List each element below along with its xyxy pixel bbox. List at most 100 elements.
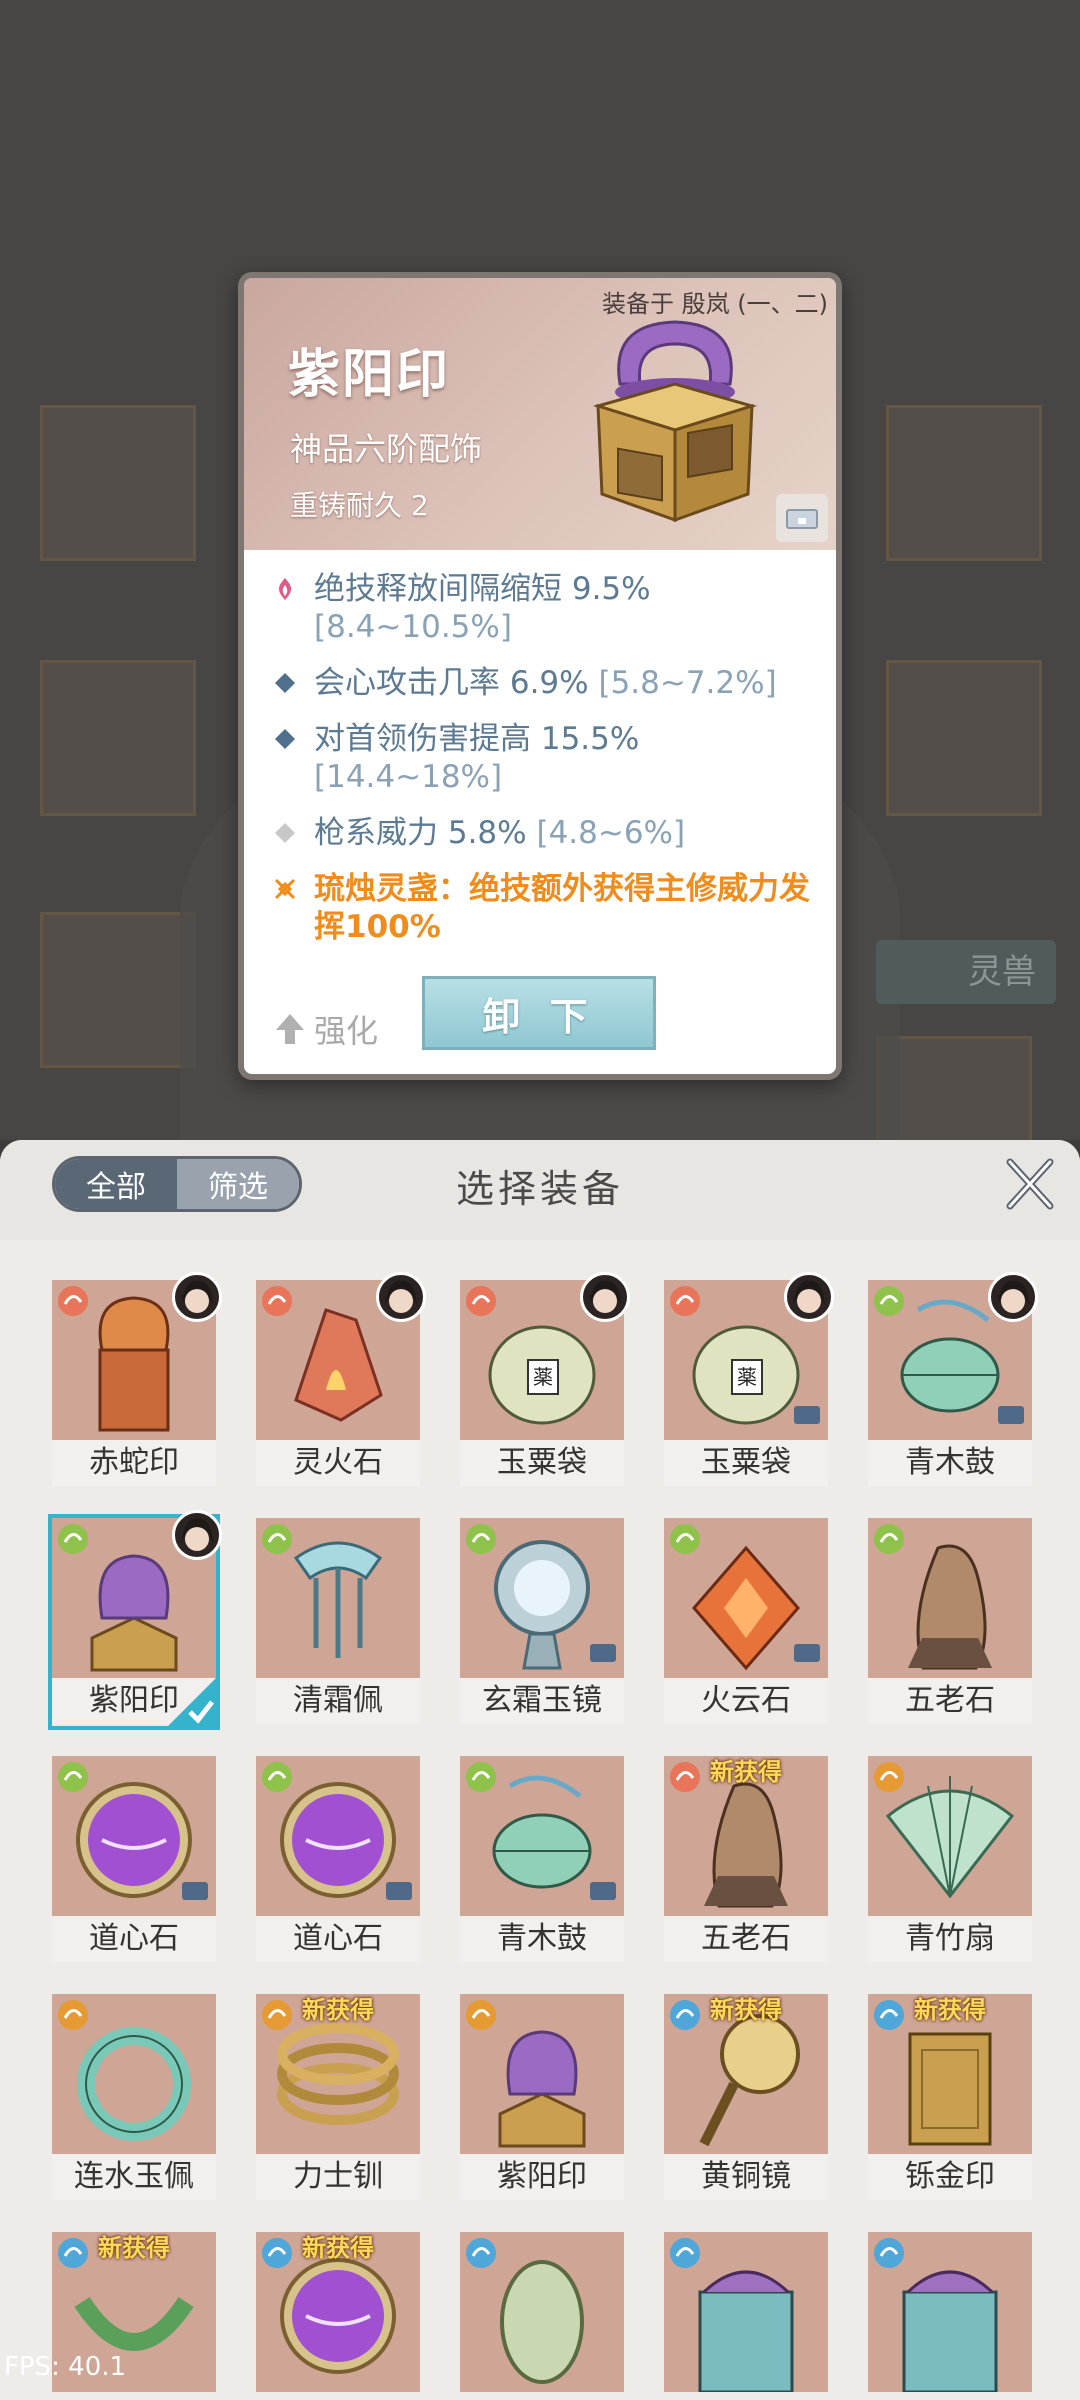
rarity-icon: [874, 2238, 904, 2268]
enhance-label: 强化: [314, 1012, 379, 1050]
background-slot: [886, 660, 1042, 816]
equipment-item[interactable]: 青木鼓: [460, 1756, 624, 1964]
panel-title: 选择装备: [455, 1167, 624, 1211]
equipment-name: 玄霜玉镜: [460, 1678, 624, 1724]
equipment-item[interactable]: 青竹扇: [868, 1756, 1032, 1964]
equipment-item[interactable]: 青木鼓: [868, 1272, 1038, 1488]
diamond-icon: [275, 673, 295, 693]
equipment-item[interactable]: [460, 2232, 624, 2400]
equipment-item[interactable]: 紫阳印: [460, 1994, 624, 2202]
lock-icon: [794, 1644, 820, 1662]
equipment-name: 五老石: [868, 1678, 1032, 1724]
equipment-item[interactable]: 五老石: [868, 1518, 1032, 1726]
equipment-item[interactable]: 火云石: [664, 1518, 828, 1726]
equipment-item[interactable]: [664, 2232, 828, 2400]
stat-line: 对首领伤害提高 15.5% [14.4~18%]: [268, 720, 828, 796]
close-icon[interactable]: [1000, 1154, 1060, 1214]
item-durability: 重铸耐久 2: [290, 489, 429, 522]
equipment-name: 连水玉佩: [52, 2154, 216, 2200]
background-slot: [886, 405, 1042, 561]
equipment-item[interactable]: 道心石: [52, 1756, 216, 1964]
rarity-icon: [466, 1524, 496, 1554]
svg-text:薬: 薬: [737, 1365, 757, 1389]
equipment-item[interactable]: 赤蛇印: [52, 1272, 222, 1488]
rarity-icon: [466, 2238, 496, 2268]
lock-icon: [590, 1882, 616, 1900]
unequip-button[interactable]: 卸 下: [422, 976, 656, 1050]
equipment-name: 青木鼓: [868, 1440, 1032, 1486]
equipment-name: 灵火石: [256, 1440, 420, 1486]
equipment-name: 清霜佩: [256, 1678, 420, 1724]
equipment-item[interactable]: 灵火石: [256, 1272, 426, 1488]
equipment-item[interactable]: 玄霜玉镜: [460, 1518, 624, 1726]
new-badge: 新获得: [710, 1758, 782, 1786]
fps-counter: FPS: 40.1: [4, 2352, 127, 2382]
stat-text: 枪系威力 5.8%: [314, 815, 537, 851]
equipment-item[interactable]: 新获得 铄金印: [868, 1994, 1032, 2202]
new-badge: 新获得: [710, 1996, 782, 2024]
equipment-item[interactable]: 紫阳印: [48, 1510, 222, 1730]
item-stats: 绝技释放间隔缩短 9.5% [8.4~10.5%] 会心攻击几率 6.9% [5…: [268, 570, 828, 964]
rarity-icon: [670, 2238, 700, 2268]
equipment-select-panel: 全部 筛选 选择装备 赤蛇印 灵火石薬玉粟袋薬玉粟袋 青木鼓 紫阳印 清霜佩 玄霜玉镜 火云…: [0, 1140, 1080, 2400]
rarity-icon: [58, 1762, 88, 1792]
stat-range: [5.8~7.2%]: [598, 665, 777, 701]
new-badge: 新获得: [302, 1996, 374, 2024]
owner-avatar: [784, 1272, 834, 1322]
equipment-name: 道心石: [256, 1916, 420, 1962]
stat-text: 对首领伤害提高 15.5%: [314, 721, 640, 757]
stat-line: 枪系威力 5.8% [4.8~6%]: [268, 814, 828, 852]
rarity-icon: [874, 1524, 904, 1554]
lock-icon: [386, 1882, 412, 1900]
item-grade: 神品六阶配饰: [290, 430, 483, 468]
equipment-item[interactable]: 连水玉佩: [52, 1994, 216, 2202]
rune-icon: [274, 878, 296, 900]
equipment-name: 道心石: [52, 1916, 216, 1962]
equipment-name: 玉粟袋: [460, 1440, 624, 1486]
rarity-icon: [58, 2000, 88, 2030]
stat-text: 会心攻击几率 6.9%: [314, 665, 599, 701]
stat-range: [4.8~6%]: [536, 815, 686, 851]
owner-avatar: [988, 1272, 1038, 1322]
equipment-item[interactable]: 道心石: [256, 1756, 420, 1964]
equipment-item[interactable]: 新获得 力士钏: [256, 1994, 420, 2202]
rarity-icon: [262, 1286, 292, 1316]
item-detail-header: 装备于 殷岚 (一、二) 紫阳印 神品六阶配饰 重铸耐久 2: [244, 278, 836, 550]
item-name: 紫阳印: [288, 345, 451, 405]
diamond-icon: [275, 729, 295, 749]
rarity-icon: [58, 1286, 88, 1316]
equipment-item[interactable]: [868, 2232, 1032, 2400]
rarity-icon: [670, 1524, 700, 1554]
lock-icon[interactable]: [776, 494, 828, 542]
special-effect: 琉烛灵盏：绝技额外获得主修威力发挥100%: [268, 870, 828, 946]
enhance-button[interactable]: 强化: [274, 1006, 378, 1052]
background-slot: [40, 912, 196, 1068]
equipment-item[interactable]: 新获得 黄铜镜: [664, 1994, 828, 2202]
equipment-name: 五老石: [664, 1916, 828, 1962]
equipment-name: 赤蛇印: [52, 1440, 216, 1486]
rarity-icon: [874, 1286, 904, 1316]
rarity-icon: [466, 1286, 496, 1316]
spirit-beast-tab: 灵兽: [876, 940, 1056, 1004]
equipment-name: 紫阳印: [460, 2154, 624, 2200]
equipment-item[interactable]: 新获得: [256, 2232, 420, 2400]
equipment-item[interactable]: 薬玉粟袋: [664, 1272, 834, 1488]
check-icon: [168, 1678, 216, 1726]
equipment-name: 青竹扇: [868, 1916, 1032, 1962]
background-slot: [40, 660, 196, 816]
equipment-item[interactable]: 新获得 五老石: [664, 1756, 828, 1964]
equipment-item[interactable]: 清霜佩: [256, 1518, 420, 1726]
equipment-item[interactable]: 薬玉粟袋: [460, 1272, 630, 1488]
new-badge: 新获得: [914, 1996, 986, 2024]
arrow-up-icon: [276, 1014, 304, 1044]
special-effect-text: 琉烛灵盏：绝技额外获得主修威力发挥100%: [314, 871, 810, 945]
stat-line: 会心攻击几率 6.9% [5.8~7.2%]: [268, 664, 828, 702]
rarity-icon: [466, 1762, 496, 1792]
lock-icon: [182, 1882, 208, 1900]
rarity-icon: [466, 2000, 496, 2030]
lock-icon: [590, 1644, 616, 1662]
owner-avatar: [172, 1272, 222, 1322]
rarity-icon: [262, 1762, 292, 1792]
equipment-name: 铄金印: [868, 2154, 1032, 2200]
rarity-icon: [874, 1762, 904, 1792]
